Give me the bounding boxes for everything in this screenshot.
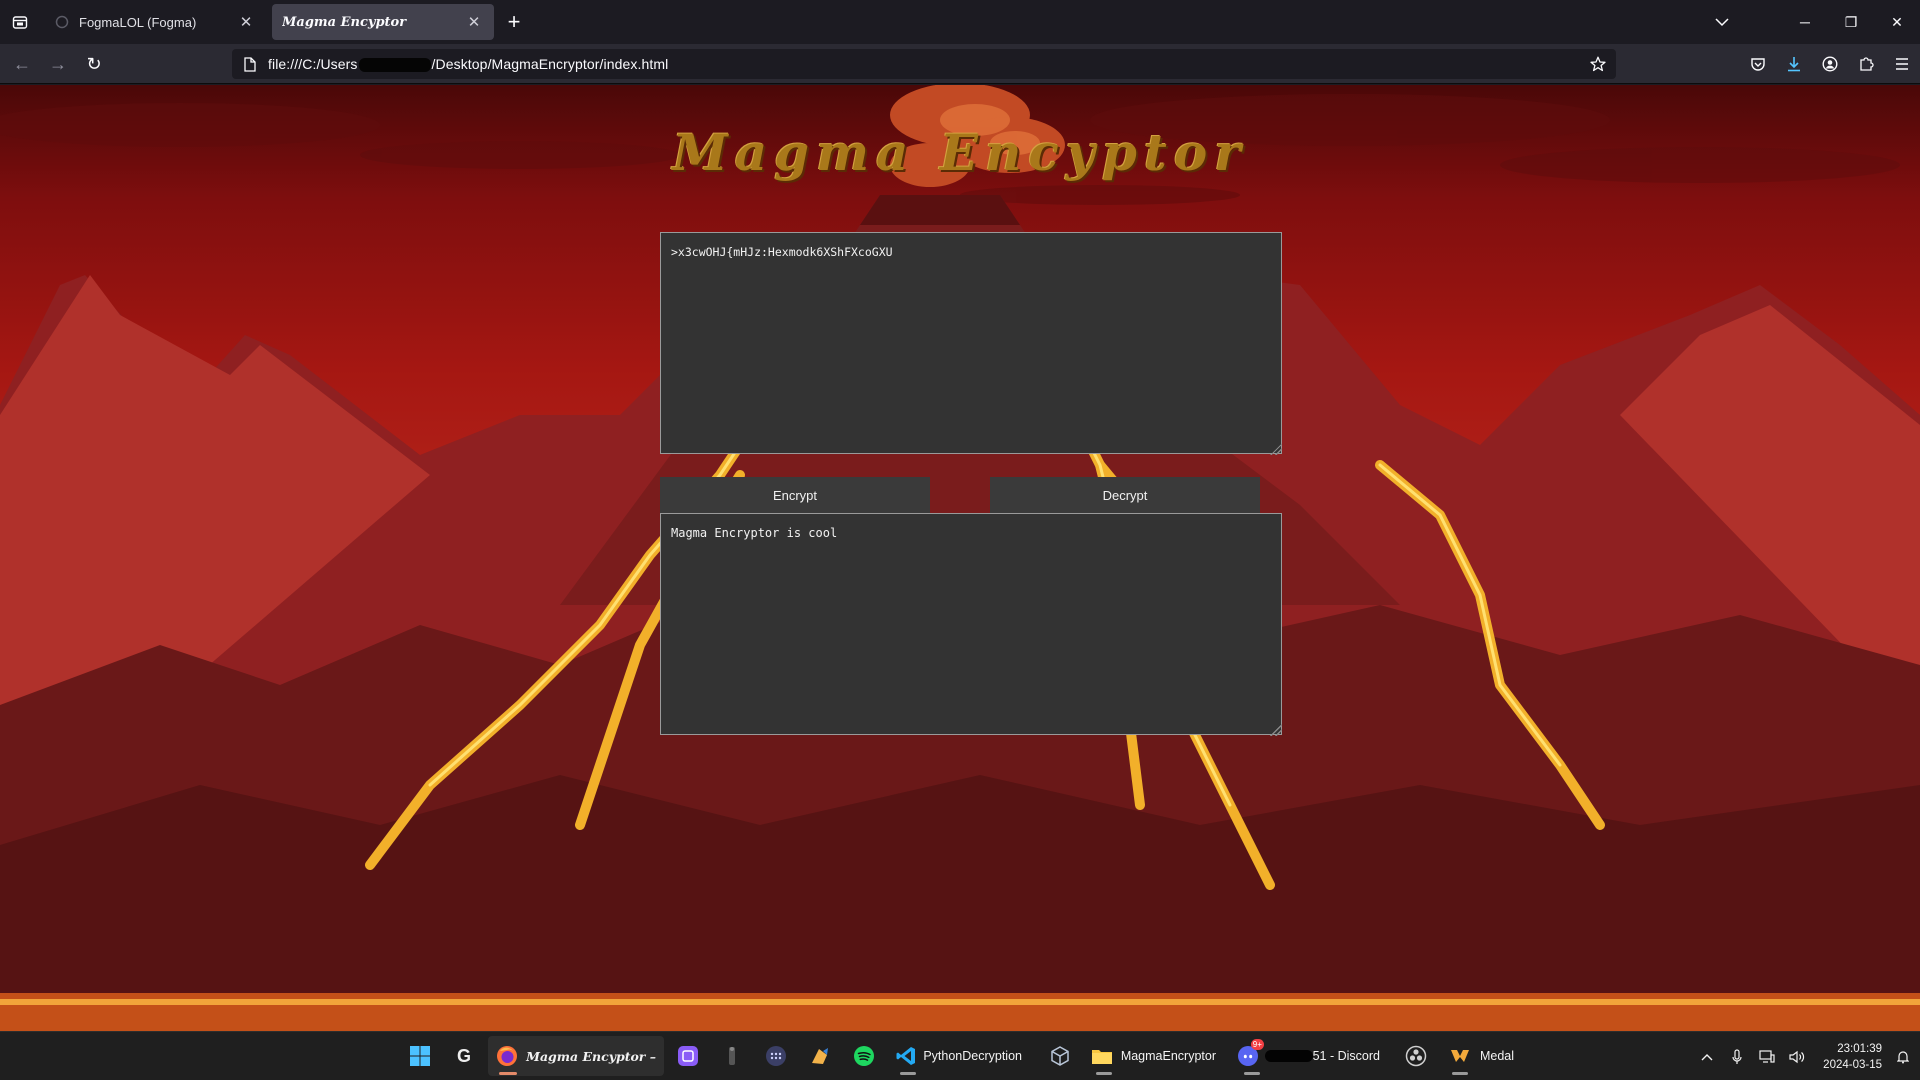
taskbar-label: PythonDecryption bbox=[923, 1049, 1022, 1063]
clock-date: 2024-03-15 bbox=[1823, 1058, 1882, 1071]
back-arrow-icon[interactable]: ← bbox=[8, 50, 36, 78]
navigation-toolbar: ← → ↻ file:///C:/Users/Desktop/MagmaEncr… bbox=[0, 44, 1920, 84]
url-text: file:///C:/Users/Desktop/MagmaEncryptor/… bbox=[268, 55, 669, 73]
microphone-icon[interactable] bbox=[1722, 1032, 1752, 1080]
taskbar-explorer-window[interactable]: MagmaEncryptor bbox=[1084, 1036, 1224, 1076]
taskbar-label: MagmaEncryptor bbox=[1120, 1049, 1216, 1063]
tab-magma-encyptor[interactable]: Magma Encyptor ✕ bbox=[272, 4, 494, 40]
tab-fogmalol[interactable]: FogmaLOL (Fogma) ✕ bbox=[44, 4, 266, 40]
list-all-tabs-chevron-icon[interactable] bbox=[1708, 8, 1736, 36]
resize-grip-icon[interactable] bbox=[1270, 443, 1282, 455]
taskbar-logitech-g-hub[interactable]: G bbox=[444, 1036, 484, 1076]
volume-icon[interactable] bbox=[1782, 1032, 1812, 1080]
folder-icon bbox=[1084, 1036, 1121, 1076]
taskbar-spotify[interactable] bbox=[844, 1036, 884, 1076]
decrypt-button[interactable]: Decrypt bbox=[990, 477, 1260, 513]
loading-globe-icon bbox=[54, 14, 70, 30]
network-icon[interactable] bbox=[1752, 1032, 1782, 1080]
taskbar-app-purple[interactable] bbox=[668, 1036, 708, 1076]
bookmark-star-icon[interactable] bbox=[1588, 54, 1608, 74]
clock-time: 23:01:39 bbox=[1837, 1042, 1882, 1055]
medal-icon bbox=[1440, 1036, 1480, 1076]
encrypt-button[interactable]: Encrypt bbox=[660, 477, 930, 513]
resize-grip-icon[interactable] bbox=[1270, 724, 1282, 736]
firefox-icon bbox=[488, 1036, 526, 1076]
toolbar-actions bbox=[1740, 50, 1920, 78]
figure-app-icon bbox=[712, 1036, 752, 1076]
taskbar-app-cat[interactable] bbox=[800, 1036, 840, 1076]
new-tab-button[interactable]: + bbox=[500, 8, 528, 36]
running-indicator bbox=[1452, 1072, 1468, 1075]
tab-title: FogmaLOL (Fogma) bbox=[79, 14, 197, 30]
output-textarea[interactable]: Magma Encryptor is cool bbox=[660, 513, 1282, 735]
address-bar[interactable]: file:///C:/Users/Desktop/MagmaEncryptor/… bbox=[232, 49, 1616, 79]
windows-logo-icon bbox=[400, 1036, 440, 1076]
window-controls: ─ ❐ ✕ bbox=[1782, 0, 1920, 44]
forward-arrow-icon[interactable]: → bbox=[44, 50, 72, 78]
windows-taskbar: G Magma Encyptor – PythonDecryption Magm… bbox=[0, 1031, 1920, 1080]
keypad-icon bbox=[756, 1036, 796, 1076]
input-textarea[interactable]: >x3cwOHJ{mHJz:Hexmodk6XShFXcoGXU bbox=[660, 232, 1282, 454]
taskbar-app-figure[interactable] bbox=[712, 1036, 752, 1076]
pocket-icon[interactable] bbox=[1740, 50, 1776, 78]
document-icon bbox=[242, 56, 258, 72]
taskbar-firefox-window[interactable]: Magma Encyptor – bbox=[488, 1036, 664, 1076]
start-button[interactable] bbox=[400, 1036, 440, 1076]
taskbar-label: 51 - Discord bbox=[1312, 1049, 1380, 1063]
taskbar-vscode-window[interactable]: PythonDecryption bbox=[888, 1036, 1030, 1076]
cube-icon bbox=[1040, 1036, 1080, 1076]
spotify-icon bbox=[844, 1036, 884, 1076]
discord-icon: 9+ bbox=[1232, 1036, 1265, 1076]
minimize-icon[interactable]: ─ bbox=[1782, 0, 1828, 44]
taskbar-label: Magma Encyptor – bbox=[526, 1048, 656, 1064]
obs-icon bbox=[1396, 1036, 1436, 1076]
redacted-server-name bbox=[1264, 1050, 1313, 1062]
redacted-username bbox=[358, 58, 431, 73]
page-viewport: Magma Encyptor >x3cwOHJ{mHJz:Hexmodk6XSh… bbox=[0, 85, 1920, 1031]
clock[interactable]: 23:01:39 2024-03-15 bbox=[1812, 1041, 1882, 1073]
tab-strip: FogmaLOL (Fogma) ✕ Magma Encyptor ✕ + ─ … bbox=[0, 0, 1920, 44]
taskbar-label: Medal bbox=[1479, 1049, 1514, 1063]
url-suffix: /Desktop/MagmaEncryptor/index.html bbox=[431, 55, 669, 72]
close-tab-icon[interactable]: ✕ bbox=[464, 12, 484, 32]
running-indicator bbox=[1244, 1072, 1260, 1075]
running-indicator bbox=[900, 1072, 916, 1075]
taskbar-medal-window[interactable]: Medal bbox=[1440, 1036, 1522, 1076]
taskbar-discord-window[interactable]: 9+ 51 - Discord bbox=[1232, 1036, 1388, 1076]
notification-bell-icon[interactable] bbox=[1890, 1032, 1916, 1080]
close-tab-icon[interactable]: ✕ bbox=[236, 12, 256, 32]
url-prefix: file:///C:/Users bbox=[268, 55, 358, 72]
tab-title: Magma Encyptor bbox=[282, 14, 407, 30]
taskbar-obs[interactable] bbox=[1396, 1036, 1436, 1076]
firefox-view-icon[interactable] bbox=[6, 8, 34, 36]
hamburger-menu-icon[interactable] bbox=[1884, 50, 1920, 78]
system-tray: 23:01:39 2024-03-15 bbox=[1692, 1032, 1920, 1080]
downloads-icon[interactable] bbox=[1776, 50, 1812, 78]
page-title: Magma Encyptor bbox=[672, 123, 1248, 182]
notification-badge: 9+ bbox=[1250, 1039, 1264, 1050]
account-icon[interactable] bbox=[1812, 50, 1848, 78]
logitech-g-icon: G bbox=[456, 1045, 471, 1066]
show-hidden-icons-chevron-icon[interactable] bbox=[1692, 1032, 1722, 1080]
running-indicator bbox=[1096, 1072, 1112, 1075]
taskbar-virtualbox[interactable] bbox=[1040, 1036, 1080, 1076]
video-app-icon bbox=[668, 1036, 708, 1076]
vscode-icon bbox=[888, 1036, 923, 1076]
taskbar-app-calculator[interactable] bbox=[756, 1036, 796, 1076]
extensions-puzzle-icon[interactable] bbox=[1848, 50, 1884, 78]
restore-icon[interactable]: ❐ bbox=[1828, 0, 1874, 44]
cat-app-icon bbox=[800, 1036, 840, 1076]
active-indicator bbox=[499, 1072, 517, 1075]
reload-icon[interactable]: ↻ bbox=[80, 50, 108, 78]
close-window-icon[interactable]: ✕ bbox=[1874, 0, 1920, 44]
